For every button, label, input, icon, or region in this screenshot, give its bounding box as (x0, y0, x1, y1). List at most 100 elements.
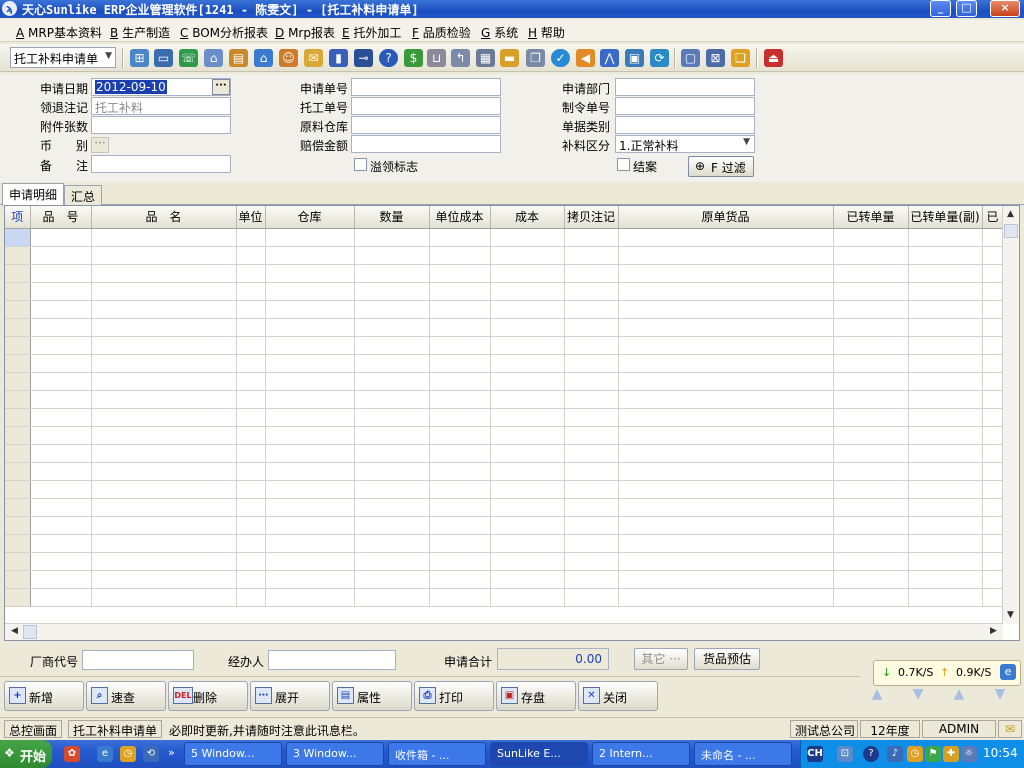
grid-cell[interactable] (265, 588, 355, 607)
quicklaunch-more-icon[interactable]: » (168, 746, 175, 759)
grid-cell[interactable] (30, 534, 92, 553)
grid-cell[interactable] (490, 462, 565, 481)
grid-cell[interactable] (618, 408, 834, 427)
grid-cell[interactable] (265, 264, 355, 283)
grid-cell[interactable] (30, 390, 92, 409)
grid-cell[interactable] (618, 354, 834, 373)
grid-cell[interactable] (91, 372, 237, 391)
grid-cell[interactable] (265, 516, 355, 535)
closed-checkbox[interactable] (617, 158, 630, 171)
col-transferred-qty[interactable]: 已转单量 (833, 206, 909, 229)
grid-cell[interactable] (265, 426, 355, 445)
grid-cell[interactable] (564, 372, 619, 391)
grid-cell[interactable] (490, 516, 565, 535)
grid-cell[interactable] (490, 444, 565, 463)
grid-cell[interactable] (618, 246, 834, 265)
other-button[interactable]: 其它 ··· (634, 648, 688, 670)
grid-cell[interactable] (618, 390, 834, 409)
grid-cell[interactable] (908, 228, 983, 247)
grid-cell[interactable] (30, 588, 92, 607)
grid-cell[interactable] (354, 282, 430, 301)
maximize-button[interactable]: □ (956, 0, 977, 17)
grid-cell[interactable] (91, 480, 237, 499)
col-product-no[interactable]: 品 号 (30, 206, 92, 229)
col-product-name[interactable]: 品 名 (91, 206, 237, 229)
grid-cell[interactable] (91, 354, 237, 373)
grid-cell[interactable] (30, 444, 92, 463)
grid-cell[interactable] (982, 264, 1004, 283)
grid-cell[interactable] (564, 444, 619, 463)
windows-icon[interactable]: ❏ (731, 49, 750, 67)
grid-cell[interactable] (618, 462, 834, 481)
help-tray-icon[interactable]: ? (863, 746, 879, 762)
explorer-quicklaunch-icon[interactable]: ⟲ (143, 746, 159, 762)
col-transferred-qty-sub[interactable]: 已转单量(副) (908, 206, 983, 229)
grid-cell[interactable] (354, 336, 430, 355)
grid-cell[interactable] (354, 318, 430, 337)
grid-cell[interactable] (236, 552, 266, 571)
grid-cell[interactable] (490, 354, 565, 373)
grid-cell[interactable] (429, 300, 491, 319)
grid-cell[interactable] (236, 444, 266, 463)
grid-cell[interactable] (982, 318, 1004, 337)
grid-cell[interactable] (982, 246, 1004, 265)
prev-record-icon[interactable]: ▼ (907, 686, 929, 708)
detail-grid[interactable]: 项 品 号 品 名 单位 仓库 数量 单位成本 成本 拷贝注记 原单货品 已转单… (4, 205, 1020, 641)
grid-cell[interactable] (618, 516, 834, 535)
clock[interactable]: 10:54 (983, 746, 1018, 760)
grid-cell[interactable] (833, 444, 909, 463)
add-button[interactable]: + 新增 (4, 681, 84, 711)
currency-picker-button[interactable]: ··· (91, 137, 109, 153)
doc-class-field[interactable] (615, 116, 755, 134)
grid-cell[interactable] (30, 462, 92, 481)
grid-cell[interactable] (490, 552, 565, 571)
menu-help[interactable]: H 帮助 (528, 24, 565, 41)
table-row[interactable] (5, 462, 1004, 481)
table-row[interactable] (5, 552, 1004, 571)
grid-cell[interactable] (908, 336, 983, 355)
grid-cell[interactable] (982, 534, 1004, 553)
row-header-cell[interactable] (5, 228, 31, 247)
menu-quality[interactable]: F 品质检验 (412, 24, 471, 41)
row-header-cell[interactable] (5, 426, 31, 445)
grid-cell[interactable] (982, 588, 1004, 607)
grid-cell[interactable] (91, 246, 237, 265)
grid-cell[interactable] (833, 390, 909, 409)
ie-icon[interactable]: e (1000, 664, 1016, 680)
grid-cell[interactable] (833, 498, 909, 517)
grid-cell[interactable] (30, 300, 92, 319)
grid-cell[interactable] (429, 480, 491, 499)
mail-icon[interactable]: ✉ (304, 49, 323, 67)
properties-button[interactable]: ▤ 属性 (332, 681, 412, 711)
scroll-left-icon[interactable]: ◀ (7, 624, 22, 639)
task-inbox[interactable]: 收件箱 - ... (388, 742, 486, 766)
order-no-field[interactable] (615, 97, 755, 115)
grid-cell[interactable] (618, 570, 834, 589)
grid-cell[interactable] (564, 480, 619, 499)
grid-cell[interactable] (236, 264, 266, 283)
grid-cell[interactable] (908, 282, 983, 301)
grid-cell[interactable] (236, 318, 266, 337)
grid-cell[interactable] (490, 426, 565, 445)
grid-cell[interactable] (265, 372, 355, 391)
grid-cell[interactable] (30, 264, 92, 283)
grid-cell[interactable] (236, 480, 266, 499)
grid-cell[interactable] (91, 390, 237, 409)
grid-cell[interactable] (833, 336, 909, 355)
network-tray-icon[interactable]: ⊡ (837, 746, 853, 762)
grid-cell[interactable] (490, 300, 565, 319)
grid-cell[interactable] (618, 480, 834, 499)
grid-cell[interactable] (429, 372, 491, 391)
window-icon[interactable]: ▢ (681, 49, 700, 67)
grid-cell[interactable] (618, 336, 834, 355)
grid-cell[interactable] (908, 444, 983, 463)
grid-cell[interactable] (429, 462, 491, 481)
apply-date-field[interactable]: 2012-09-10 (91, 78, 231, 96)
grid-cell[interactable] (30, 354, 92, 373)
menu-mrp-basic[interactable]: A MRP基本资料 (16, 24, 102, 41)
grid-cell[interactable] (265, 552, 355, 571)
supply-type-select[interactable]: 1.正常补料 ▼ (615, 135, 755, 153)
col-unit[interactable]: 单位 (236, 206, 266, 229)
row-header-cell[interactable] (5, 570, 31, 589)
apply-no-field[interactable] (351, 78, 501, 96)
